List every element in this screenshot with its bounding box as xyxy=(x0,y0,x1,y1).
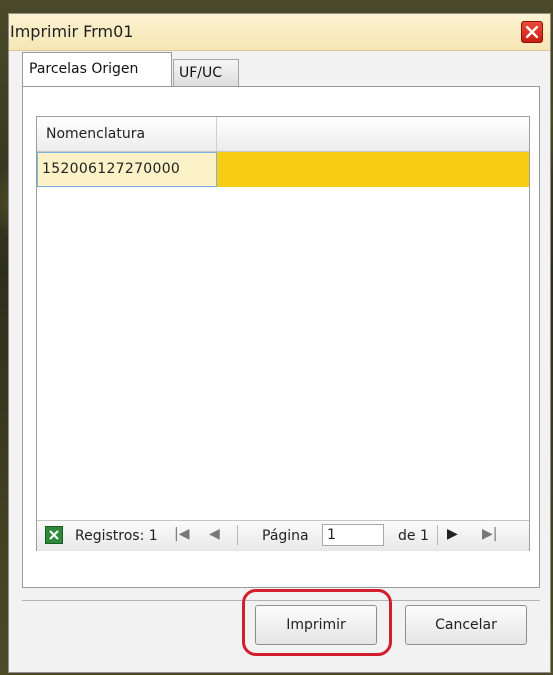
data-grid: Nomenclatura 152006127270000 Registros: … xyxy=(36,116,530,551)
table-row[interactable]: 152006127270000 xyxy=(37,152,529,187)
previous-page-icon[interactable]: ◀ xyxy=(209,526,220,542)
last-page-icon[interactable]: ▶| xyxy=(482,526,497,542)
tab-parcelas-origen[interactable]: Parcelas Origen xyxy=(22,52,172,86)
grid-pager: Registros: 1 |◀ ◀ Página 1 de 1 ▶ ▶| xyxy=(37,520,529,551)
pager-divider xyxy=(437,525,438,545)
pager-divider xyxy=(237,525,238,545)
close-icon xyxy=(526,26,538,38)
page-total: de 1 xyxy=(398,528,429,544)
records-count: Registros: 1 xyxy=(75,528,158,544)
next-page-icon[interactable]: ▶ xyxy=(447,526,458,542)
page-number-input[interactable]: 1 xyxy=(322,524,384,546)
tab-panel: Nomenclatura 152006127270000 Registros: … xyxy=(22,86,540,588)
first-page-icon[interactable]: |◀ xyxy=(174,526,189,542)
print-button[interactable]: Imprimir xyxy=(255,605,377,645)
close-button[interactable] xyxy=(521,21,543,43)
column-header-nomenclatura[interactable]: Nomenclatura xyxy=(37,117,217,151)
cell-nomenclatura[interactable]: 152006127270000 xyxy=(37,152,217,187)
excel-export-icon[interactable] xyxy=(45,526,63,544)
page-label: Página xyxy=(262,528,309,544)
grid-header: Nomenclatura xyxy=(37,117,529,152)
dialog-titlebar[interactable]: Imprimir Frm01 xyxy=(9,14,550,51)
cancel-button[interactable]: Cancelar xyxy=(405,605,527,645)
tab-uf-uc[interactable]: UF/UC xyxy=(173,59,239,87)
dialog-title: Imprimir Frm01 xyxy=(10,22,134,41)
tab-control: UF/UC Parcelas Origen Nomenclatura 15200… xyxy=(22,51,540,588)
